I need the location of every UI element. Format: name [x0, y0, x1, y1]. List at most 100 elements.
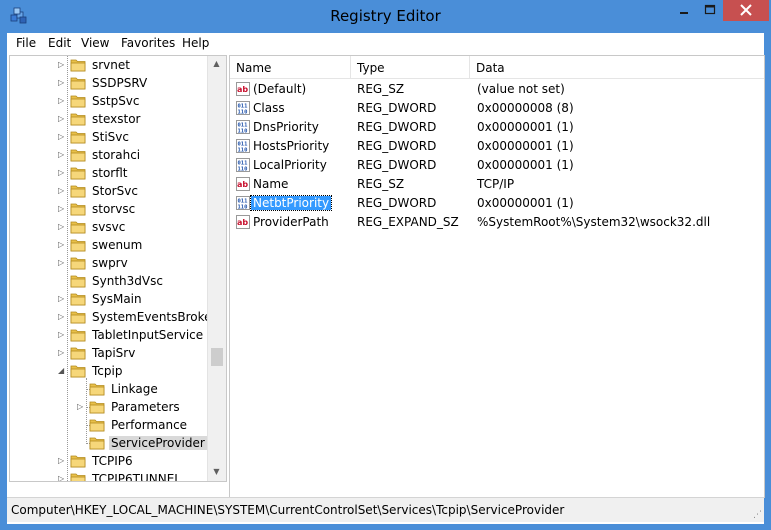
title-bar[interactable]: Registry Editor: [0, 0, 771, 33]
value-row[interactable]: 011 110 NetbtPriority REG_DWORD 0x00000001 (…: [230, 194, 764, 213]
scroll-up-button[interactable]: ▲: [208, 56, 225, 72]
folder-icon: [70, 275, 86, 288]
tree-item[interactable]: ServiceProvider: [10, 434, 210, 452]
binary-value-icon: 011110: [236, 139, 250, 153]
expand-arrow-icon[interactable]: ▷: [58, 312, 64, 322]
tree-item-label: Synth3dVsc: [92, 274, 163, 288]
expand-arrow-icon[interactable]: ▷: [58, 222, 64, 232]
close-button[interactable]: [723, 0, 769, 21]
tree-item[interactable]: ▷ TCPIP6: [10, 452, 210, 470]
tree-item[interactable]: ▷ stexstor: [10, 110, 210, 128]
expand-arrow-icon[interactable]: ▷: [58, 330, 64, 340]
tree-item[interactable]: ▷ swprv: [10, 254, 210, 272]
folder-icon: [89, 437, 105, 450]
tree-item-label: TCPIP6: [92, 454, 133, 468]
tree-item-label: storahci: [92, 148, 141, 162]
window-frame-bottom: [0, 524, 771, 530]
tree-item[interactable]: ▷ SstpSvc: [10, 92, 210, 110]
column-header-name[interactable]: Name: [230, 56, 351, 79]
registry-values-list[interactable]: Name Type Data ab (Default) REG_SZ (value n…: [229, 55, 765, 498]
value-row[interactable]: 011 110 Class REG_DWORD 0x00000008 (8): [230, 99, 764, 118]
folder-icon: [89, 419, 105, 432]
expand-arrow-icon[interactable]: ▷: [58, 96, 64, 106]
value-row[interactable]: ab (Default) REG_SZ (value not set): [230, 80, 764, 99]
tree-item[interactable]: ▷ swenum: [10, 236, 210, 254]
tree-item[interactable]: Performance: [10, 416, 210, 434]
tree-item[interactable]: Synth3dVsc: [10, 272, 210, 290]
column-header-data[interactable]: Data: [470, 56, 764, 79]
tree-vertical-scrollbar[interactable]: ▲ ▼: [207, 56, 226, 481]
tree-item[interactable]: ▷ StorSvc: [10, 182, 210, 200]
collapse-arrow-icon[interactable]: ◢: [58, 366, 64, 376]
menu-file[interactable]: File: [16, 36, 36, 50]
expand-arrow-icon[interactable]: ▷: [58, 474, 64, 481]
expand-arrow-icon[interactable]: ▷: [58, 456, 64, 466]
expand-arrow-icon[interactable]: ▷: [58, 186, 64, 196]
expand-arrow-icon[interactable]: ▷: [58, 294, 64, 304]
folder-icon: [70, 365, 86, 378]
tree-item[interactable]: ▷ storflt: [10, 164, 210, 182]
value-row[interactable]: 011 110 LocalPriority REG_DWORD 0x00000001 (…: [230, 156, 764, 175]
scroll-thumb[interactable]: [211, 348, 223, 366]
menu-bar: File Edit View Favorites Help: [7, 33, 764, 53]
tree-item[interactable]: ▷ svsvc: [10, 218, 210, 236]
minimize-button[interactable]: [671, 0, 697, 21]
value-row[interactable]: ab ProviderPath REG_EXPAND_SZ %SystemRoot%\…: [230, 213, 764, 232]
value-type: REG_DWORD: [357, 158, 437, 172]
tree-item[interactable]: ▷ Parameters: [10, 398, 210, 416]
scroll-down-button[interactable]: ▼: [208, 464, 225, 480]
expand-arrow-icon[interactable]: ▷: [58, 78, 64, 88]
value-row[interactable]: 011 110 HostsPriority REG_DWORD 0x00000001 (…: [230, 137, 764, 156]
tree-item[interactable]: ▷ srvnet: [10, 56, 210, 74]
tree-item[interactable]: ◢ Tcpip: [10, 362, 210, 380]
expand-arrow-icon[interactable]: ▷: [58, 114, 64, 124]
tree-item-label: ServiceProvider: [109, 436, 207, 450]
menu-help[interactable]: Help: [182, 36, 209, 50]
menu-favorites[interactable]: Favorites: [121, 36, 175, 50]
svg-text:ab: ab: [237, 218, 248, 227]
expand-arrow-icon[interactable]: ▷: [58, 348, 64, 358]
tree-item[interactable]: ▷ SysMain: [10, 290, 210, 308]
expand-arrow-icon[interactable]: ▷: [77, 402, 83, 412]
tree-item-label: Tcpip: [92, 364, 123, 378]
tree-item[interactable]: ▷ SSDPSRV: [10, 74, 210, 92]
expand-arrow-icon[interactable]: ▷: [58, 132, 64, 142]
folder-icon: [70, 167, 86, 180]
tree-item[interactable]: ▷ StiSvc: [10, 128, 210, 146]
close-icon: [740, 4, 752, 16]
menu-edit[interactable]: Edit: [48, 36, 71, 50]
expand-arrow-icon[interactable]: ▷: [58, 204, 64, 214]
expand-arrow-icon[interactable]: ▷: [58, 258, 64, 268]
expand-arrow-icon[interactable]: ▷: [58, 168, 64, 178]
tree-item[interactable]: ▷ TCPIP6TUNNEL: [10, 470, 210, 481]
value-name: Class: [253, 101, 285, 115]
value-row[interactable]: 011 110 DnsPriority REG_DWORD 0x00000001 (1): [230, 118, 764, 137]
minimize-icon: [680, 12, 688, 14]
column-header-type[interactable]: Type: [351, 56, 470, 79]
tree-item[interactable]: ▷ storahci: [10, 146, 210, 164]
expand-arrow-icon[interactable]: ▷: [58, 150, 64, 160]
folder-icon: [70, 311, 86, 324]
folder-icon: [70, 257, 86, 270]
value-row[interactable]: ab Name REG_SZ TCP/IP: [230, 175, 764, 194]
tree-item-label: SSDPSRV: [92, 76, 148, 90]
expand-arrow-icon[interactable]: ▷: [58, 60, 64, 70]
folder-icon: [89, 401, 105, 414]
tree-item-label: SystemEventsBroker: [92, 310, 217, 324]
maximize-button[interactable]: [697, 0, 723, 21]
resize-grip-icon[interactable]: ⋰: [753, 510, 762, 520]
tree-item[interactable]: ▷ TapiSrv: [10, 344, 210, 362]
status-bar: Computer\HKEY_LOCAL_MACHINE\SYSTEM\Curre…: [7, 497, 764, 522]
tree-item[interactable]: Linkage: [10, 380, 210, 398]
menu-view[interactable]: View: [81, 36, 109, 50]
tree-item[interactable]: ▷ storvsc: [10, 200, 210, 218]
value-name: ProviderPath: [253, 215, 329, 229]
tree-item[interactable]: ▷ SystemEventsBroker: [10, 308, 216, 326]
folder-icon: [70, 113, 86, 126]
tree-item[interactable]: ▷ TabletInputService: [10, 326, 210, 344]
registry-key-tree[interactable]: ▷ srvnet ▷ SSDPSRV ▷ SstpSvc ▷ stexstor ▷ StiSvc ▷…: [9, 55, 227, 482]
folder-icon: [70, 59, 86, 72]
expand-arrow-icon[interactable]: ▷: [58, 240, 64, 250]
string-value-icon: ab: [236, 82, 250, 96]
value-data: 0x00000001 (1): [477, 158, 574, 172]
